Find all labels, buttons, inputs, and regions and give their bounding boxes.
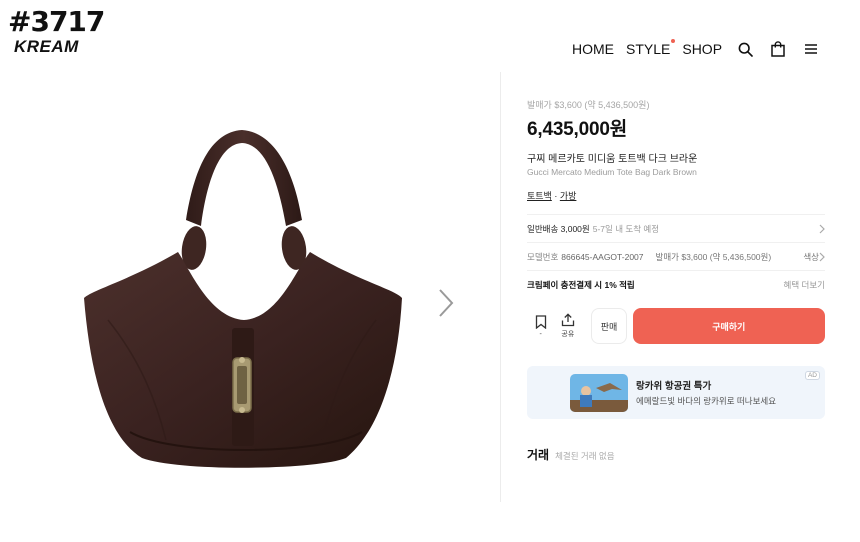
kream-logo[interactable]: KREAM (14, 38, 104, 56)
shipping-label: 일반배송 3,000원 (527, 223, 590, 234)
bookmark-button[interactable]: - (527, 308, 554, 344)
payment-benefit-label: 크림페이 충전결제 시 1% 적립 (527, 279, 635, 290)
nav-shop[interactable]: SHOP (682, 41, 722, 57)
purchase-actions: - 공유 판매 구매하기 (527, 308, 825, 344)
trade-empty-text: 체결된 거래 없음 (555, 451, 615, 461)
ad-text: 랑카위 항공권 특가 에메랄드빛 바다의 랑카위로 떠나보세요 (636, 378, 776, 407)
chevron-right-icon (819, 224, 825, 234)
model-release-price: 발매가 $3,600 (약 5,436,500원) (655, 251, 772, 262)
bookmark-icon (535, 314, 546, 329)
brand: #3717 KREAM (8, 5, 105, 56)
shopping-bag-icon[interactable] (770, 40, 786, 58)
main-nav: HOME STYLE SHOP (572, 39, 734, 57)
product-price: 6,435,000원 (527, 119, 628, 140)
ad-subtitle: 에메랄드빛 바다의 랑카위로 떠나보세요 (636, 396, 777, 406)
tag-bag[interactable]: 가방 (560, 191, 577, 201)
ad-banner[interactable]: 랑카위 항공권 특가 에메랄드빛 바다의 랑카위로 떠나보세요 AD (527, 366, 825, 419)
release-price: 발매가 $3,600 (약 5,436,500원) (527, 100, 650, 110)
buy-button[interactable]: 구매하기 (632, 308, 825, 344)
category-tags: 토트백 · 가방 (527, 189, 825, 202)
share-label: 공유 (561, 331, 575, 338)
nav-style-label: STYLE (626, 41, 671, 57)
new-dot-icon (671, 39, 676, 43)
nav-style[interactable]: STYLE (626, 39, 676, 57)
shipping-eta: 5-7일 내 도착 예정 (592, 223, 660, 234)
sell-button[interactable]: 판매 (591, 308, 627, 344)
trade-title: 거래 (527, 448, 550, 462)
product-image (70, 120, 420, 480)
column-divider (500, 72, 501, 502)
product-name-en: Gucci Mercato Medium Tote Bag Dark Brown (527, 167, 697, 177)
product-details: 발매가 $3,600 (약 5,436,500원) 6,435,000원 구찌 … (527, 98, 825, 202)
nav-home[interactable]: HOME (572, 41, 614, 57)
post-id: #3717 (8, 5, 105, 38)
model-number: 866645-AAGOT-2007 (561, 251, 644, 262)
shipping-row[interactable]: 일반배송 3,000원 5-7일 내 도착 예정 (527, 214, 825, 242)
share-button[interactable]: 공유 (554, 308, 581, 344)
tag-separator: · (551, 191, 560, 201)
ad-title: 랑카위 항공권 특가 (636, 381, 712, 392)
ad-thumbnail (570, 373, 628, 412)
model-row: 모델번호 866645-AAGOT-2007 발매가 $3,600 (약 5,4… (527, 242, 825, 270)
bookmark-count: - (539, 330, 542, 338)
menu-icon[interactable] (803, 40, 819, 58)
search-icon[interactable] (737, 40, 753, 58)
chevron-right-icon[interactable] (819, 252, 825, 262)
tag-tote-bag[interactable]: 토트백 (527, 191, 552, 201)
color-label: 색상 (803, 251, 819, 262)
share-icon (561, 313, 574, 327)
payment-benefit-row: 크림페이 충전결제 시 1% 적립 혜택 더보기 (527, 270, 825, 298)
next-image-arrow-icon[interactable] (436, 288, 456, 318)
trade-section: 거래 체결된 거래 없음 (527, 446, 615, 463)
model-label: 모델번호 (527, 251, 559, 262)
ad-badge: AD (804, 371, 820, 380)
benefit-more-link[interactable]: 혜택 더보기 (784, 279, 825, 291)
header-icons (737, 40, 819, 58)
product-name-ko: 구찌 메르카토 미디움 토트백 다크 브라운 (527, 154, 698, 165)
